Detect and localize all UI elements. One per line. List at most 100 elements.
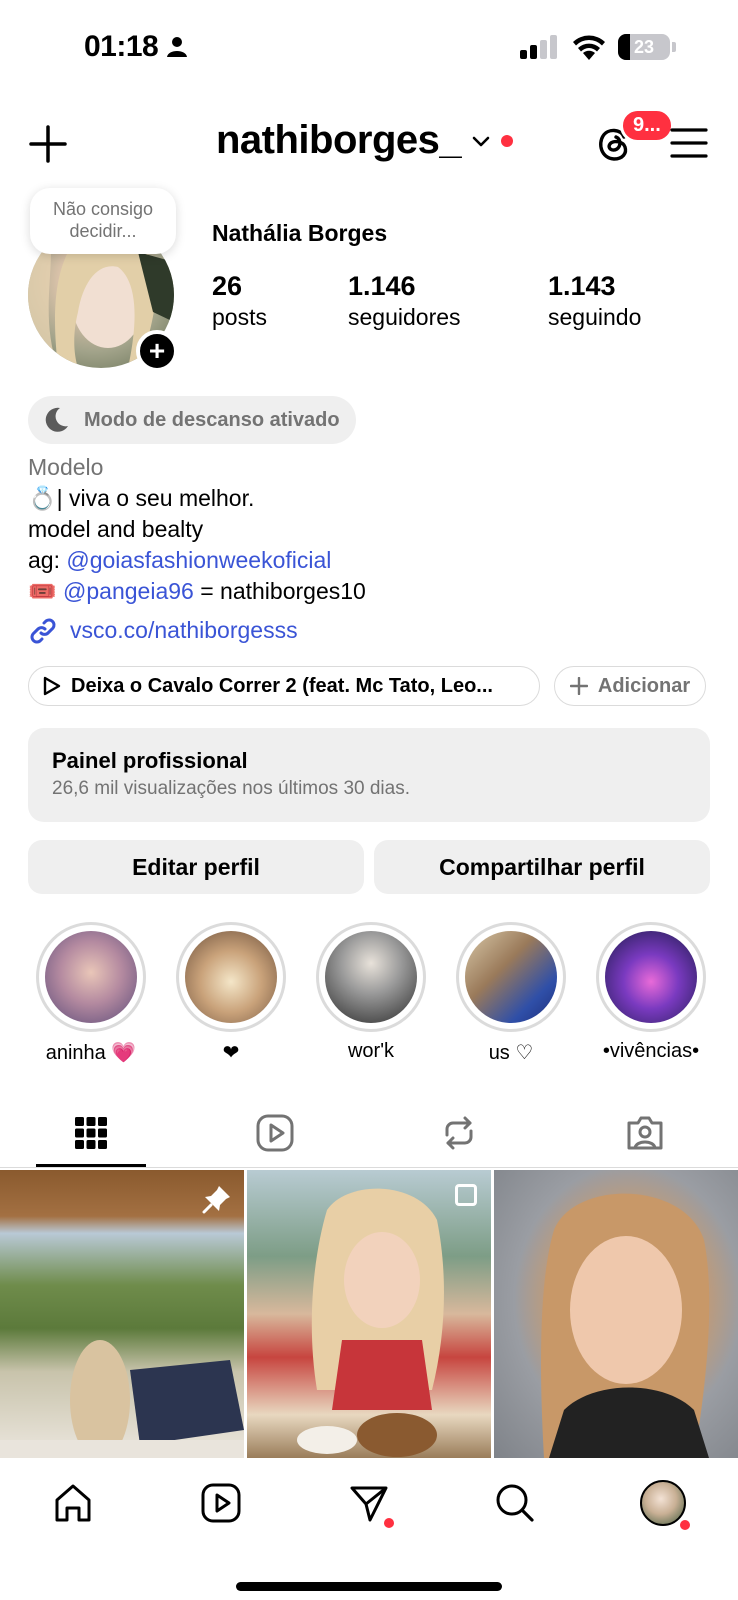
reels-icon — [201, 1483, 241, 1523]
share-profile-button[interactable]: Compartilhar perfil — [374, 840, 710, 894]
bio-line-3: ag: @goiasfashionweekoficial — [28, 545, 718, 576]
stat-posts-value: 26 — [212, 271, 243, 301]
tab-reels[interactable] — [220, 1098, 330, 1168]
mention-goiasfashionweek[interactable]: @goiasfashionweekoficial — [66, 547, 331, 573]
bio-line-1: 💍| viva o seu melhor. — [28, 483, 718, 514]
tab-posts-grid[interactable] — [36, 1098, 146, 1168]
bio-line-1-text: | viva o seu melhor. — [56, 485, 255, 511]
rest-mode-label: Modo de descanso ativado — [84, 408, 340, 431]
highlight-item[interactable]: wor'k — [316, 922, 426, 1063]
ring-icon: 💍 — [28, 485, 57, 511]
external-link[interactable]: vsco.co/nathiborgesss — [28, 615, 718, 646]
profile-stats: 26 posts 1.146 seguidores 1.143 seguindo — [212, 270, 688, 332]
highlight-ring — [316, 922, 426, 1032]
battery-percent: 23 — [633, 36, 655, 57]
threads-badge: 9... — [620, 108, 674, 143]
highlight-item[interactable]: ❤ — [176, 922, 286, 1065]
highlight-cover — [605, 931, 697, 1023]
profile-music-pill[interactable]: Deixa o Cavalo Correr 2 (feat. Mc Tato, … — [28, 666, 540, 706]
active-tab-indicator — [36, 1164, 146, 1167]
highlight-label: wor'k — [347, 1040, 395, 1062]
tagged-icon — [627, 1116, 663, 1150]
plus-icon — [569, 677, 588, 695]
bio: Modelo 💍| viva o seu melhor. model and b… — [28, 452, 718, 646]
wifi-icon — [573, 35, 605, 60]
stat-following-value: 1.143 — [548, 271, 616, 301]
content-tabs — [0, 1098, 738, 1168]
play-icon — [43, 676, 61, 696]
stat-followers-label: seguidores — [348, 304, 461, 330]
highlight-cover — [45, 931, 137, 1023]
messages-notification-dot — [384, 1518, 394, 1528]
link-icon — [30, 618, 56, 643]
highlight-ring — [176, 922, 286, 1032]
profile-avatar-icon — [640, 1480, 686, 1526]
stat-followers-value: 1.146 — [348, 271, 416, 301]
highlight-label: aninha 💗 — [45, 1042, 137, 1064]
nav-home[interactable] — [48, 1478, 98, 1528]
nav-profile[interactable] — [638, 1478, 690, 1530]
moon-icon — [45, 407, 68, 432]
stat-following[interactable]: 1.143 seguindo — [548, 270, 688, 332]
music-title: Deixa o Cavalo Correr 2 (feat. Mc Tato, … — [71, 674, 493, 697]
reels-icon — [256, 1114, 294, 1152]
post-image — [541, 1193, 710, 1458]
display-name: Nathália Borges — [212, 220, 388, 246]
post-thumbnail[interactable] — [494, 1170, 738, 1458]
bio-line-2: model and bealty — [28, 516, 204, 542]
create-plus-icon[interactable] — [28, 124, 68, 164]
add-story-button[interactable]: + — [136, 330, 178, 372]
highlight-item[interactable]: •vivências• — [596, 922, 706, 1063]
bio-ag-prefix: ag: — [28, 547, 67, 573]
search-icon — [496, 1484, 534, 1522]
menu-icon[interactable] — [670, 126, 708, 160]
stat-posts[interactable]: 26 posts — [212, 270, 348, 332]
tab-reposts[interactable] — [404, 1098, 514, 1168]
post-image — [297, 1188, 444, 1457]
music-row: Deixa o Cavalo Correr 2 (feat. Mc Tato, … — [28, 666, 706, 706]
send-icon — [350, 1486, 388, 1522]
story-highlights: aninha 💗 ❤ wor'k us ♡ •vivências• — [0, 922, 738, 1065]
person-icon — [167, 37, 188, 57]
highlight-label: •vivências• — [602, 1040, 700, 1062]
edit-profile-button[interactable]: Editar perfil — [28, 840, 364, 894]
signal-icon — [520, 35, 557, 59]
profile-notification-dot — [680, 1520, 690, 1530]
stat-followers[interactable]: 1.146 seguidores — [348, 270, 548, 332]
account-switcher[interactable]: nathiborges_ — [216, 118, 514, 163]
dashboard-title: Painel profissional — [52, 748, 248, 773]
note-bubble[interactable]: Não consigo decidir... — [30, 188, 176, 254]
post-thumbnail[interactable] — [247, 1170, 491, 1458]
reposts-icon — [445, 1116, 473, 1150]
status-time-text: 01:18 — [84, 30, 159, 63]
bio-category: Modelo — [28, 454, 104, 480]
profile-header: nathiborges_ 9... — [0, 108, 738, 180]
dashboard-subtitle: 26,6 mil visualizações nos últimos 30 di… — [52, 778, 411, 799]
highlight-cover — [185, 931, 277, 1023]
stat-following-label: seguindo — [548, 304, 642, 330]
profile-buttons: Editar perfil Compartilhar perfil — [28, 840, 710, 894]
highlight-item[interactable]: us ♡ — [456, 922, 566, 1065]
highlight-item[interactable]: aninha 💗 — [36, 922, 146, 1065]
tab-tagged[interactable] — [590, 1098, 700, 1168]
highlight-label: us ♡ — [488, 1042, 534, 1064]
highlight-cover — [465, 931, 557, 1023]
nav-search[interactable] — [490, 1478, 540, 1528]
username: nathiborges_ — [216, 118, 462, 162]
home-icon — [55, 1484, 91, 1522]
mention-pangeia96[interactable]: @pangeia96 — [63, 578, 194, 604]
nav-messages[interactable] — [344, 1478, 394, 1528]
stat-posts-label: posts — [212, 304, 267, 330]
ticket-icon: 🎟️ — [28, 578, 57, 604]
grid-icon — [75, 1117, 107, 1149]
add-button[interactable]: Adicionar — [554, 666, 706, 706]
chevron-down-icon — [472, 136, 490, 146]
multiple-photos-icon — [455, 1184, 477, 1206]
rest-mode-pill[interactable]: Modo de descanso ativado — [28, 396, 356, 444]
home-indicator — [236, 1582, 502, 1591]
post-thumbnail[interactable] — [0, 1170, 244, 1458]
nav-reels[interactable] — [196, 1478, 246, 1528]
highlight-ring — [36, 922, 146, 1032]
professional-dashboard[interactable]: Painel profissional 26,6 mil visualizaçõ… — [28, 728, 710, 822]
battery-fill — [618, 34, 630, 60]
